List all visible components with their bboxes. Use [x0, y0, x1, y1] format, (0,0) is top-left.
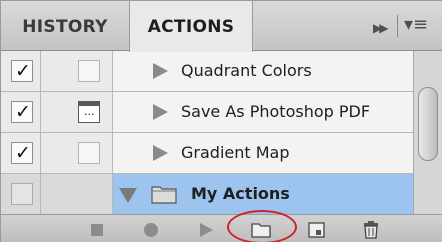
trash-icon [364, 221, 378, 239]
action-set-row[interactable]: My Actions [1, 174, 413, 214]
toggle-cell [1, 174, 41, 214]
toggle-checkbox[interactable]: ✓ [11, 101, 33, 123]
action-row[interactable]: ✓ Gradient Map [1, 133, 413, 173]
record-icon [144, 223, 158, 237]
expand-arrow-icon[interactable] [153, 63, 168, 79]
dialog-toggle-empty[interactable] [78, 60, 100, 82]
toggle-cell: ✓ [1, 92, 41, 132]
stop-button[interactable] [85, 219, 109, 241]
panel-header: HISTORY ACTIONS ▶▶ ▾≡ [1, 1, 442, 52]
play-icon [200, 223, 213, 237]
dialog-icon[interactable] [78, 101, 100, 123]
expand-arrow-icon[interactable] [153, 104, 168, 120]
dialog-toggle-cell [41, 51, 113, 91]
dialog-toggle-cell [41, 174, 113, 214]
tab-history[interactable]: HISTORY [1, 1, 129, 51]
toggle-checkbox[interactable]: ✓ [11, 60, 33, 82]
action-row[interactable]: ✓ Quadrant Colors [1, 51, 413, 91]
dialog-toggle-cell [41, 92, 113, 132]
expand-arrow-icon[interactable] [153, 145, 168, 161]
record-button[interactable] [139, 219, 163, 241]
scrollbar[interactable] [413, 51, 442, 214]
highlight-annotation-circle [227, 210, 297, 242]
dialog-toggle-cell [41, 133, 113, 173]
check-icon: ✓ [15, 60, 31, 82]
action-name: Gradient Map [181, 143, 290, 162]
dialog-toggle-empty[interactable] [78, 142, 100, 164]
folder-icon [151, 186, 177, 204]
action-name: Save As Photoshop PDF [181, 102, 371, 121]
delete-button[interactable] [359, 219, 383, 241]
action-row[interactable]: ✓ Save As Photoshop PDF [1, 92, 413, 132]
action-set-name: My Actions [191, 184, 290, 203]
fast-forward-icon[interactable]: ▶▶ [373, 21, 389, 35]
header-divider [397, 15, 398, 37]
collapse-arrow-icon[interactable] [119, 188, 137, 203]
action-name: Quadrant Colors [181, 61, 312, 80]
toggle-cell: ✓ [1, 51, 41, 91]
stop-icon [91, 224, 103, 236]
actions-panel: HISTORY ACTIONS ▶▶ ▾≡ ✓ Quadrant Colors … [0, 0, 442, 242]
play-button[interactable] [193, 219, 217, 241]
check-icon: ✓ [15, 101, 31, 123]
new-action-icon [308, 222, 325, 238]
toggle-checkbox[interactable] [11, 183, 33, 205]
toggle-checkbox[interactable]: ✓ [11, 142, 33, 164]
panel-menu-icon[interactable]: ▾≡ [404, 15, 428, 35]
toggle-cell: ✓ [1, 133, 41, 173]
new-action-button[interactable] [305, 219, 329, 241]
tab-actions[interactable]: ACTIONS [129, 1, 253, 52]
panel-footer [1, 214, 442, 242]
check-icon: ✓ [15, 142, 31, 164]
scroll-thumb[interactable] [418, 87, 438, 161]
